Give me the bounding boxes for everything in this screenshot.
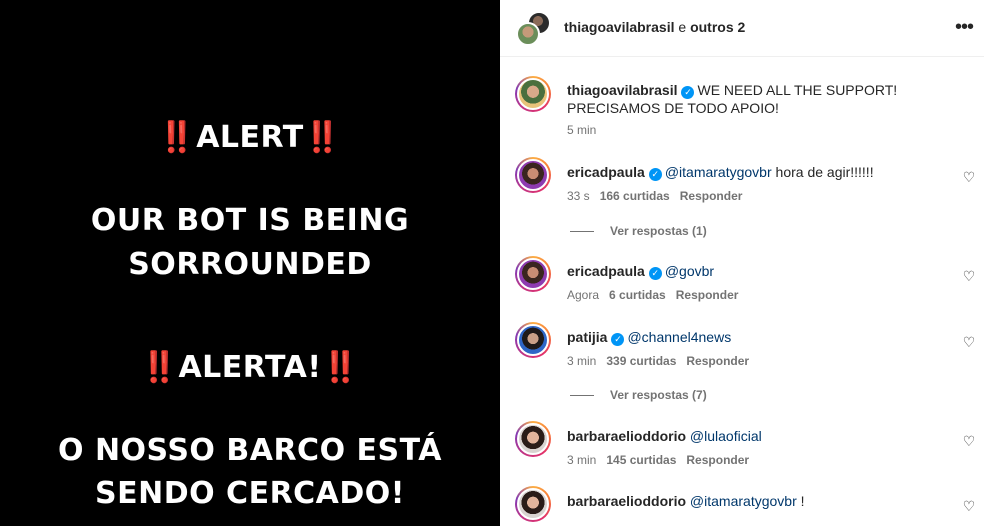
avatar[interactable] [515, 421, 551, 457]
comment-mention[interactable]: @channel4news [627, 329, 731, 345]
caption-line1: WE NEED ALL THE SUPPORT! [697, 82, 898, 98]
heart-icon[interactable]: ♡ [962, 499, 976, 513]
comments-panel: thiagoavilabrasil e outros 2 ••• thiagoa… [500, 0, 984, 526]
avatar[interactable] [515, 76, 551, 112]
post-line-alert: ‼️ALERT‼️ [158, 120, 342, 155]
post-image: ‼️ALERT‼️ OUR BOT IS BEING SORROUNDED ‼️… [0, 0, 500, 526]
heart-icon[interactable]: ♡ [962, 170, 976, 184]
more-icon[interactable]: ••• [952, 13, 976, 41]
avatar[interactable] [515, 322, 551, 358]
reply-button[interactable]: Responder [686, 354, 749, 368]
avatar[interactable] [515, 486, 551, 522]
avatar[interactable] [515, 157, 551, 193]
view-replies-button[interactable]: Ver respostas (1) [570, 224, 707, 238]
comment-text: ! [796, 493, 805, 509]
post-line-alerta: ‼️ALERTA!‼️ [140, 350, 360, 385]
avatar[interactable] [515, 256, 551, 292]
heart-icon[interactable]: ♡ [962, 269, 976, 283]
post-line-2: OUR BOT IS BEING [90, 203, 410, 238]
comment-likes[interactable]: 339 curtidas [606, 354, 676, 368]
heart-icon[interactable]: ♡ [962, 434, 976, 448]
comment-mention[interactable]: @govbr [665, 263, 714, 279]
verified-icon: ✓ [648, 168, 662, 181]
comment-username[interactable]: patijia [567, 329, 607, 345]
comment-time: 3 min [567, 354, 597, 368]
reply-button[interactable]: Responder [686, 453, 749, 467]
verified-icon: ✓ [611, 333, 625, 346]
comment-time: 33 s [567, 189, 590, 203]
comment-likes[interactable]: 145 curtidas [606, 453, 676, 467]
comment-username[interactable]: barbaraelioddorio [567, 428, 686, 444]
header-authors: thiagoavilabrasil e outros 2 [564, 19, 746, 35]
comment-username[interactable]: barbaraelioddorio [567, 493, 686, 509]
post-line-5: O NOSSO BARCO ESTÁ [58, 433, 442, 468]
comment-username[interactable]: ericadpaula [567, 164, 645, 180]
comment-time: Agora [567, 288, 600, 302]
caption-line2: PRECISAMOS DE TODO APOIO! [567, 100, 779, 116]
post-header: thiagoavilabrasil e outros 2 ••• [500, 0, 984, 57]
comment-mention[interactable]: @lulaoficial [690, 428, 762, 444]
comment-mention[interactable]: @itamaratygovbr [690, 493, 797, 509]
comment-time: 3 min [567, 453, 597, 467]
reply-button[interactable]: Responder [676, 288, 739, 302]
avatar [516, 22, 540, 46]
view-replies-button[interactable]: Ver respostas (7) [570, 388, 707, 402]
verified-icon: ✓ [648, 267, 662, 280]
header-others[interactable]: outros 2 [690, 19, 745, 35]
header-username[interactable]: thiagoavilabrasil [564, 19, 674, 35]
comment-username[interactable]: ericadpaula [567, 263, 645, 279]
post-line-3: SORROUNDED [128, 247, 372, 282]
post-line-6: SENDO CERCADO! [95, 476, 405, 511]
verified-icon: ✓ [681, 86, 695, 99]
caption-username[interactable]: thiagoavilabrasil [567, 82, 677, 98]
heart-icon[interactable]: ♡ [962, 335, 976, 349]
comment-mention[interactable]: @itamaratygovbr [665, 164, 772, 180]
caption-time: 5 min [567, 123, 597, 137]
comment-likes[interactable]: 166 curtidas [600, 189, 670, 203]
comment-likes[interactable]: 6 curtidas [609, 288, 666, 302]
reply-button[interactable]: Responder [680, 189, 743, 203]
comment-text: hora de agir!!!!!! [771, 164, 874, 180]
collab-avatars[interactable] [514, 11, 552, 47]
